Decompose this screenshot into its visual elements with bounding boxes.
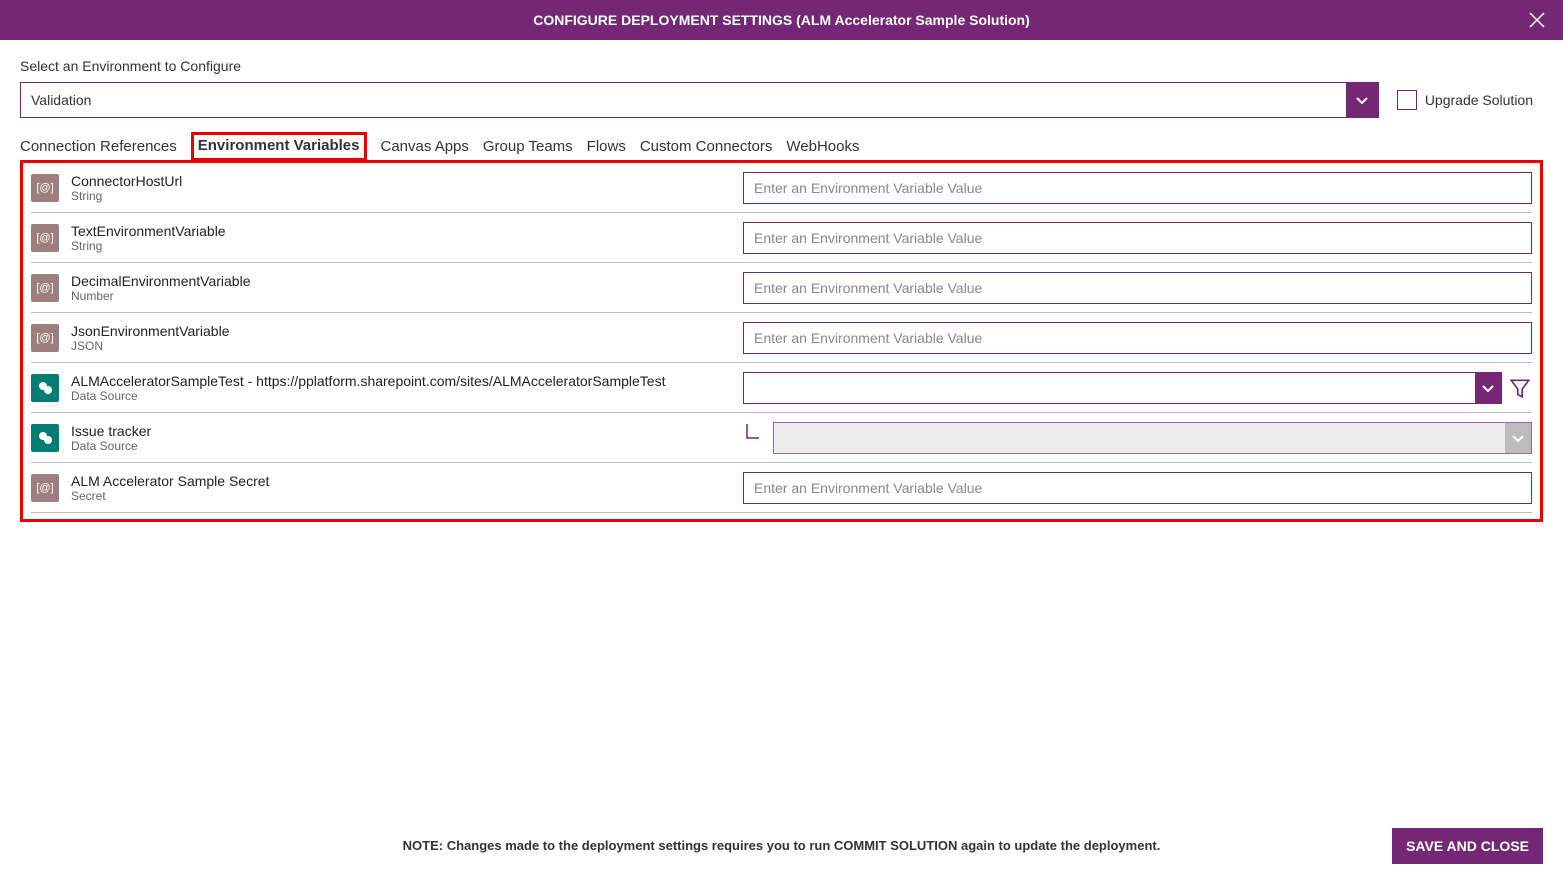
env-var-type: String	[71, 239, 731, 253]
env-var-name: JsonEnvironmentVariable	[71, 323, 731, 339]
environment-dropdown-chevron[interactable]	[1346, 83, 1378, 117]
env-var-type: Data Source	[71, 439, 731, 453]
environment-variables-panel: [@] ConnectorHostUrl String [@] TextEnvi…	[20, 160, 1543, 522]
env-row: Validation Upgrade Solution	[20, 82, 1543, 118]
tab-group-teams[interactable]: Group Teams	[483, 132, 573, 161]
env-var-info: ALMAcceleratorSampleTest - https://pplat…	[71, 373, 731, 403]
env-select-label: Select an Environment to Configure	[20, 58, 1543, 74]
tab-canvas-apps[interactable]: Canvas Apps	[381, 132, 469, 161]
close-button[interactable]	[1527, 10, 1547, 30]
variable-icon: [@]	[31, 474, 59, 502]
upgrade-solution-wrap: Upgrade Solution	[1397, 90, 1543, 110]
sharepoint-icon	[31, 374, 59, 402]
env-var-name: Issue tracker	[71, 423, 731, 439]
upgrade-solution-checkbox[interactable]	[1397, 90, 1417, 110]
env-var-dropdown-chevron[interactable]	[1475, 373, 1501, 403]
env-var-name: ALM Accelerator Sample Secret	[71, 473, 731, 489]
sharepoint-icon	[31, 424, 59, 452]
env-var-type: Secret	[71, 489, 731, 503]
env-var-dropdown-disabled	[773, 422, 1532, 454]
chevron-down-icon	[1480, 380, 1496, 396]
env-var-dropdown-wrap	[743, 372, 1532, 404]
dialog-footer: NOTE: Changes made to the deployment set…	[0, 828, 1563, 869]
env-var-info: DecimalEnvironmentVariable Number	[71, 273, 731, 303]
variable-icon: [@]	[31, 174, 59, 202]
variable-icon: [@]	[31, 274, 59, 302]
env-var-row: [@] ALM Accelerator Sample Secret Secret	[31, 463, 1532, 513]
env-var-type: Number	[71, 289, 731, 303]
env-var-row: [@] ConnectorHostUrl String	[31, 163, 1532, 213]
env-var-value-input[interactable]	[743, 222, 1532, 254]
tab-webhooks[interactable]: WebHooks	[786, 132, 859, 161]
dialog-header: CONFIGURE DEPLOYMENT SETTINGS (ALM Accel…	[0, 0, 1563, 40]
env-var-value-input[interactable]	[743, 322, 1532, 354]
env-var-value-input[interactable]	[743, 472, 1532, 504]
tabs: Connection References Environment Variab…	[20, 132, 1543, 161]
environment-dropdown-value: Validation	[21, 83, 1346, 117]
env-var-row: ALMAcceleratorSampleTest - https://pplat…	[31, 363, 1532, 413]
variable-icon: [@]	[31, 324, 59, 352]
tab-flows[interactable]: Flows	[587, 132, 626, 161]
filter-icon	[1509, 377, 1531, 399]
tab-environment-variables[interactable]: Environment Variables	[191, 132, 367, 161]
env-var-type: Data Source	[71, 389, 731, 403]
dialog-title: CONFIGURE DEPLOYMENT SETTINGS (ALM Accel…	[533, 12, 1030, 28]
env-var-info: JsonEnvironmentVariable JSON	[71, 323, 731, 353]
variable-icon: [@]	[31, 224, 59, 252]
env-var-dropdown-chevron	[1505, 423, 1531, 453]
env-var-value-input[interactable]	[743, 272, 1532, 304]
env-var-info: Issue tracker Data Source	[71, 423, 731, 453]
dialog-body: Select an Environment to Configure Valid…	[0, 40, 1563, 828]
env-var-row: Issue tracker Data Source	[31, 413, 1532, 463]
env-var-type: JSON	[71, 339, 731, 353]
save-and-close-button[interactable]: SAVE AND CLOSE	[1392, 828, 1543, 864]
close-icon	[1527, 10, 1547, 30]
chevron-down-icon	[1510, 430, 1526, 446]
footer-note: NOTE: Changes made to the deployment set…	[403, 838, 1161, 853]
chevron-down-icon	[1354, 92, 1370, 108]
env-var-info: ALM Accelerator Sample Secret Secret	[71, 473, 731, 503]
env-var-info: ConnectorHostUrl String	[71, 173, 731, 203]
tree-connector	[743, 424, 761, 452]
upgrade-solution-label: Upgrade Solution	[1425, 92, 1533, 108]
tab-connection-references[interactable]: Connection References	[20, 132, 177, 161]
env-var-name: TextEnvironmentVariable	[71, 223, 731, 239]
env-var-row: [@] DecimalEnvironmentVariable Number	[31, 263, 1532, 313]
env-var-row: [@] TextEnvironmentVariable String	[31, 213, 1532, 263]
env-var-name: ConnectorHostUrl	[71, 173, 731, 189]
env-var-type: String	[71, 189, 731, 203]
env-var-row: [@] JsonEnvironmentVariable JSON	[31, 313, 1532, 363]
env-var-dropdown-value	[744, 373, 1475, 403]
env-var-name: ALMAcceleratorSampleTest - https://pplat…	[71, 373, 731, 389]
env-var-name: DecimalEnvironmentVariable	[71, 273, 731, 289]
env-var-value-input[interactable]	[743, 172, 1532, 204]
env-var-dropdown-value	[774, 423, 1505, 453]
tab-custom-connectors[interactable]: Custom Connectors	[640, 132, 773, 161]
env-var-info: TextEnvironmentVariable String	[71, 223, 731, 253]
environment-dropdown[interactable]: Validation	[20, 82, 1379, 118]
filter-button[interactable]	[1508, 376, 1532, 400]
env-var-dropdown[interactable]	[743, 372, 1502, 404]
